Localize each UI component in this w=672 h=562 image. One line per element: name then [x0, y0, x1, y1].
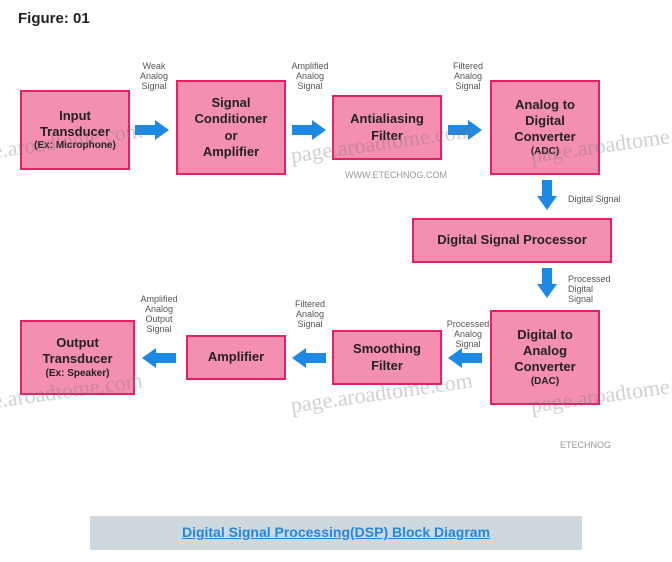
- block-text: Transducer: [42, 351, 112, 367]
- block-text: Digital to: [517, 327, 573, 343]
- arrow-label: WeakAnalogSignal: [134, 62, 174, 92]
- arrow-icon: [448, 120, 482, 140]
- block-text: Amplifier: [208, 349, 264, 365]
- arrow-icon: [135, 120, 169, 140]
- block-text: Conditioner: [195, 111, 268, 127]
- block-output-transducer: Output Transducer (Ex: Speaker): [20, 320, 135, 395]
- block-text: Amplifier: [203, 144, 259, 160]
- arrow-icon: [142, 348, 176, 368]
- block-text: Filter: [371, 128, 403, 144]
- block-text: Converter: [514, 129, 575, 145]
- block-adc: Analog to Digital Converter (ADC): [490, 80, 600, 175]
- arrow-label: AmplifiedAnalogOutputSignal: [137, 295, 181, 335]
- block-input-transducer: Input Transducer (Ex: Microphone): [20, 90, 130, 170]
- block-text: Input: [59, 108, 91, 124]
- figure-label: Figure: 01: [18, 10, 90, 27]
- arrow-label: AmplifiedAnalogSignal: [290, 62, 330, 92]
- block-text: Output: [56, 335, 99, 351]
- block-text: Analog to: [515, 97, 575, 113]
- block-amplifier: Amplifier: [186, 335, 286, 380]
- block-sub: (DAC): [531, 376, 559, 389]
- arrow-icon: [292, 120, 326, 140]
- block-text: Analog: [523, 343, 567, 359]
- corner-credit: ETECHNOG: [560, 440, 611, 450]
- block-sub: (ADC): [531, 146, 559, 159]
- arrow-icon: [448, 348, 482, 368]
- caption-bar: Digital Signal Processing(DSP) Block Dia…: [90, 516, 582, 550]
- arrow-label: ProcessedDigitalSignal: [568, 275, 628, 305]
- arrow-label: FilteredAnalogSignal: [448, 62, 488, 92]
- block-sub: (Ex: Speaker): [46, 368, 110, 381]
- block-text: Transducer: [40, 124, 110, 140]
- block-text: Antialiasing: [350, 111, 424, 127]
- block-text: Digital: [525, 113, 565, 129]
- block-dsp: Digital Signal Processor: [412, 218, 612, 263]
- site-credit: WWW.ETECHNOG.COM: [345, 170, 447, 180]
- block-text: Signal: [211, 95, 250, 111]
- block-text: Smoothing: [353, 341, 421, 357]
- arrow-label: FilteredAnalogSignal: [290, 300, 330, 330]
- block-text: or: [225, 128, 238, 144]
- block-smoothing: Smoothing Filter: [332, 330, 442, 385]
- arrow-label: ProcessedAnalogSignal: [446, 320, 490, 350]
- block-sub: (Ex: Microphone): [34, 140, 116, 153]
- block-text: Converter: [514, 359, 575, 375]
- block-text: Filter: [371, 358, 403, 374]
- block-text: Digital Signal Processor: [437, 232, 587, 248]
- arrow-label: Digital Signal: [568, 195, 638, 205]
- block-dac: Digital to Analog Converter (DAC): [490, 310, 600, 405]
- diagram-caption: Digital Signal Processing(DSP) Block Dia…: [182, 524, 490, 540]
- block-antialiasing: Antialiasing Filter: [332, 95, 442, 160]
- arrow-icon: [537, 180, 557, 210]
- arrow-icon: [537, 268, 557, 298]
- arrow-icon: [292, 348, 326, 368]
- block-signal-conditioner: Signal Conditioner or Amplifier: [176, 80, 286, 175]
